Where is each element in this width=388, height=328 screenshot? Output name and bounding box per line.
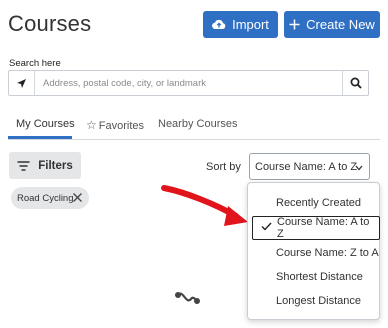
sort-option-name-z-a[interactable]: Course Name: Z to A: [248, 241, 379, 265]
sort-option-longest-distance[interactable]: Longest Distance: [248, 289, 379, 313]
tab-favorites[interactable]: ☆ Favorites: [86, 118, 144, 132]
filter-chip-label: Road Cycling: [17, 192, 74, 204]
check-icon: [261, 222, 272, 234]
filters-button[interactable]: Filters: [9, 152, 81, 179]
sort-option-shortest-distance[interactable]: Shortest Distance: [248, 265, 379, 289]
star-icon: ☆: [86, 118, 97, 132]
sort-option-label: Course Name: A to Z: [277, 216, 370, 240]
cloud-upload-icon: [212, 19, 226, 30]
search-icon[interactable]: [342, 71, 368, 95]
filter-chip: Road Cycling: [11, 187, 89, 209]
chevron-down-icon: [355, 162, 363, 174]
route-loading-icon: [175, 292, 200, 304]
page-title: Courses: [8, 11, 92, 36]
tab-my-courses[interactable]: My Courses: [16, 118, 75, 130]
create-new-button[interactable]: Create New: [284, 11, 380, 38]
sort-select[interactable]: Course Name: A to Z: [249, 153, 370, 180]
sort-dropdown-menu: Recently Created Course Name: A to Z Cou…: [247, 182, 380, 320]
search-input[interactable]: [35, 71, 342, 95]
filters-label: Filters: [38, 159, 73, 172]
tab-nearby-courses[interactable]: Nearby Courses: [158, 118, 237, 130]
filter-lines-icon: [17, 160, 30, 171]
location-arrow-icon[interactable]: [9, 71, 35, 95]
import-label: Import: [232, 17, 269, 32]
close-icon[interactable]: [72, 192, 83, 206]
create-new-label: Create New: [306, 17, 375, 32]
import-button[interactable]: Import: [203, 11, 278, 38]
search-box: [8, 70, 369, 96]
plus-icon: [289, 19, 300, 30]
sort-option-name-a-z[interactable]: Course Name: A to Z: [252, 216, 380, 240]
tab-favorites-label: Favorites: [98, 120, 145, 132]
annotation-arrow: [161, 185, 248, 226]
sort-option-recently-created[interactable]: Recently Created: [248, 191, 379, 215]
search-label: Search here: [9, 58, 61, 69]
sort-selected-value: Course Name: A to Z: [255, 160, 358, 173]
sort-label: Sort by: [206, 161, 241, 173]
active-tab-indicator: [8, 136, 72, 139]
